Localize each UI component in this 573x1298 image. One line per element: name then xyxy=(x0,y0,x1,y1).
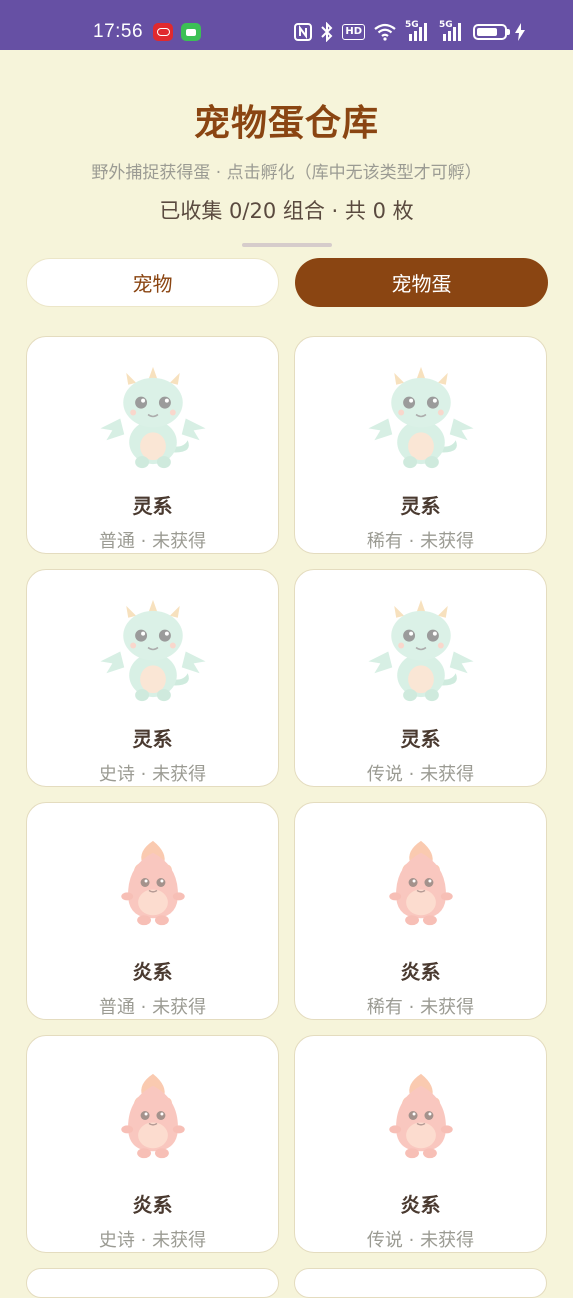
hd-icon: HD xyxy=(342,24,365,40)
egg-name: 炎系 xyxy=(132,1193,173,1217)
egg-name: 炎系 xyxy=(400,960,441,984)
egg-status: 普通 · 未获得 xyxy=(98,997,207,1018)
page-title: 宠物蛋仓库 xyxy=(193,103,379,144)
signal-5g-icon: 5G xyxy=(405,20,431,42)
egg-card[interactable] xyxy=(294,1268,547,1298)
dragon-icon xyxy=(99,366,206,469)
flame-creature-icon xyxy=(388,840,453,926)
flame-creature-icon xyxy=(120,1073,185,1159)
egg-card[interactable] xyxy=(26,1268,279,1298)
page-subtitle: 野外捕捉获得蛋 · 点击孵化（库中无该类型才可孵） xyxy=(91,163,482,183)
dragon-icon xyxy=(367,366,474,469)
egg-name: 灵系 xyxy=(400,727,441,751)
egg-card[interactable]: 灵系稀有 · 未获得 xyxy=(294,336,547,554)
status-time: 17:56 xyxy=(93,21,144,42)
message-icon xyxy=(181,23,201,41)
egg-status: 传说 · 未获得 xyxy=(366,1230,475,1251)
status-bar: 17:56 HD 5G 5G xyxy=(0,0,573,50)
tab-bar: 宠物 宠物蛋 xyxy=(26,258,548,307)
egg-status: 稀有 · 未获得 xyxy=(366,531,475,552)
egg-status: 普通 · 未获得 xyxy=(98,531,207,552)
egg-status: 史诗 · 未获得 xyxy=(98,1230,207,1251)
app-red-icon xyxy=(153,23,173,41)
egg-name: 灵系 xyxy=(132,727,173,751)
egg-status: 史诗 · 未获得 xyxy=(98,764,207,785)
egg-grid: 灵系 普通 · 未获得 灵系 稀有 · 未获得 灵系 史诗 · 未获得 灵系 传… xyxy=(26,336,548,1298)
flame-creature-icon xyxy=(120,840,185,926)
dragon-icon xyxy=(367,599,474,702)
battery-icon xyxy=(473,24,510,40)
egg-card[interactable]: 炎系稀有 · 未获得 xyxy=(294,802,547,1020)
egg-card[interactable]: 炎系传说 · 未获得 xyxy=(294,1035,547,1253)
egg-card[interactable]: 灵系普通 · 未获得 xyxy=(26,336,279,554)
charging-icon xyxy=(515,23,525,41)
egg-name: 灵系 xyxy=(400,494,441,518)
collection-count: 已收集 0/20 组合 · 共 0 枚 xyxy=(159,199,414,223)
egg-card[interactable]: 炎系普通 · 未获得 xyxy=(26,802,279,1020)
egg-name: 灵系 xyxy=(132,494,173,518)
flame-creature-icon xyxy=(388,1073,453,1159)
wifi-icon xyxy=(374,23,396,41)
tab-pet-eggs[interactable]: 宠物蛋 xyxy=(295,258,548,307)
egg-name: 炎系 xyxy=(132,960,173,984)
tab-pets[interactable]: 宠物 xyxy=(26,258,279,307)
signal-5g-icon: 5G xyxy=(439,20,465,42)
egg-status: 传说 · 未获得 xyxy=(366,764,475,785)
egg-card[interactable]: 灵系传说 · 未获得 xyxy=(294,569,547,787)
page-header: 宠物蛋仓库 野外捕捉获得蛋 · 点击孵化（库中无该类型才可孵） 已收集 0/20… xyxy=(0,50,573,247)
egg-status: 稀有 · 未获得 xyxy=(366,997,475,1018)
dragon-icon xyxy=(99,599,206,702)
status-icons: HD 5G 5G xyxy=(294,20,525,42)
nfc-icon xyxy=(294,23,313,41)
egg-card[interactable]: 炎系史诗 · 未获得 xyxy=(26,1035,279,1253)
bluetooth-icon xyxy=(321,22,333,42)
egg-card[interactable]: 灵系史诗 · 未获得 xyxy=(26,569,279,787)
header-divider xyxy=(241,243,332,247)
egg-name: 炎系 xyxy=(400,1193,441,1217)
